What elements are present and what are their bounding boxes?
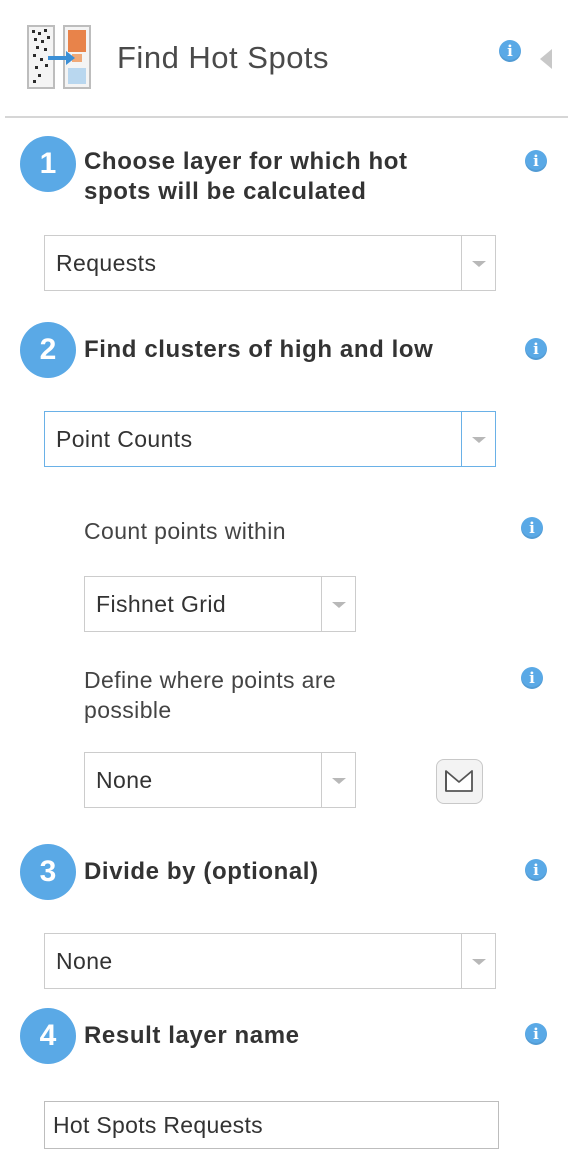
chevron-down-icon bbox=[332, 602, 346, 608]
chevron-down-icon bbox=[472, 437, 486, 443]
step-2-badge: 2 bbox=[20, 322, 76, 378]
define-where-line-1: Define where points are bbox=[84, 667, 337, 693]
step-2-info-icon[interactable]: i bbox=[525, 338, 547, 360]
step-3-title: Divide by (optional) bbox=[84, 858, 319, 885]
header-divider bbox=[5, 116, 568, 118]
define-where-info-icon[interactable]: i bbox=[521, 667, 543, 689]
step-1-title: Choose layer for which hot spots will be… bbox=[84, 147, 408, 207]
input-layer-select[interactable]: Requests bbox=[44, 235, 496, 291]
draw-boundary-icon bbox=[445, 770, 473, 792]
find-hot-spots-panel: Find Hot Spots i 1 Choose layer for whic… bbox=[0, 0, 576, 1174]
input-layer-value: Requests bbox=[56, 250, 157, 276]
count-points-within-label: Count points within bbox=[84, 518, 286, 544]
step-3-badge: 3 bbox=[20, 844, 76, 900]
divide-by-value: None bbox=[56, 948, 113, 974]
chevron-down-icon bbox=[472, 261, 486, 267]
boundary-layer-value: None bbox=[96, 767, 153, 793]
select-separator bbox=[321, 753, 322, 807]
step-4-title: Result layer name bbox=[84, 1022, 300, 1049]
chevron-down-icon bbox=[472, 959, 486, 965]
step-4-info-icon[interactable]: i bbox=[525, 1023, 547, 1045]
define-where-line-2: possible bbox=[84, 697, 172, 723]
count-within-info-icon[interactable]: i bbox=[521, 517, 543, 539]
draw-boundary-button[interactable] bbox=[436, 759, 483, 804]
step-1-title-line-2: spots will be calculated bbox=[84, 178, 367, 205]
panel-title: Find Hot Spots bbox=[117, 40, 330, 75]
define-where-label: Define where points are possible bbox=[84, 665, 336, 725]
step-1-title-line-1: Choose layer for which hot bbox=[84, 148, 408, 175]
select-separator bbox=[461, 934, 462, 988]
collapse-panel-icon[interactable] bbox=[540, 49, 552, 69]
analysis-type-select[interactable]: Point Counts bbox=[44, 411, 496, 467]
select-separator bbox=[461, 412, 462, 466]
divide-by-select[interactable]: None bbox=[44, 933, 496, 989]
step-2-title: Find clusters of high and low bbox=[84, 336, 434, 363]
select-separator bbox=[461, 236, 462, 290]
step-4-badge: 4 bbox=[20, 1008, 76, 1064]
count-within-value: Fishnet Grid bbox=[96, 591, 227, 617]
boundary-layer-select[interactable]: None bbox=[84, 752, 356, 808]
result-layer-name-input[interactable] bbox=[44, 1101, 499, 1149]
select-separator bbox=[321, 577, 322, 631]
step-1-info-icon[interactable]: i bbox=[525, 150, 547, 172]
step-3-info-icon[interactable]: i bbox=[525, 859, 547, 881]
panel-info-icon[interactable]: i bbox=[499, 40, 521, 62]
find-hot-spots-tool-icon bbox=[27, 25, 91, 89]
chevron-down-icon bbox=[332, 778, 346, 784]
analysis-type-value: Point Counts bbox=[56, 426, 193, 452]
count-within-select[interactable]: Fishnet Grid bbox=[84, 576, 356, 632]
step-1-badge: 1 bbox=[20, 136, 76, 192]
